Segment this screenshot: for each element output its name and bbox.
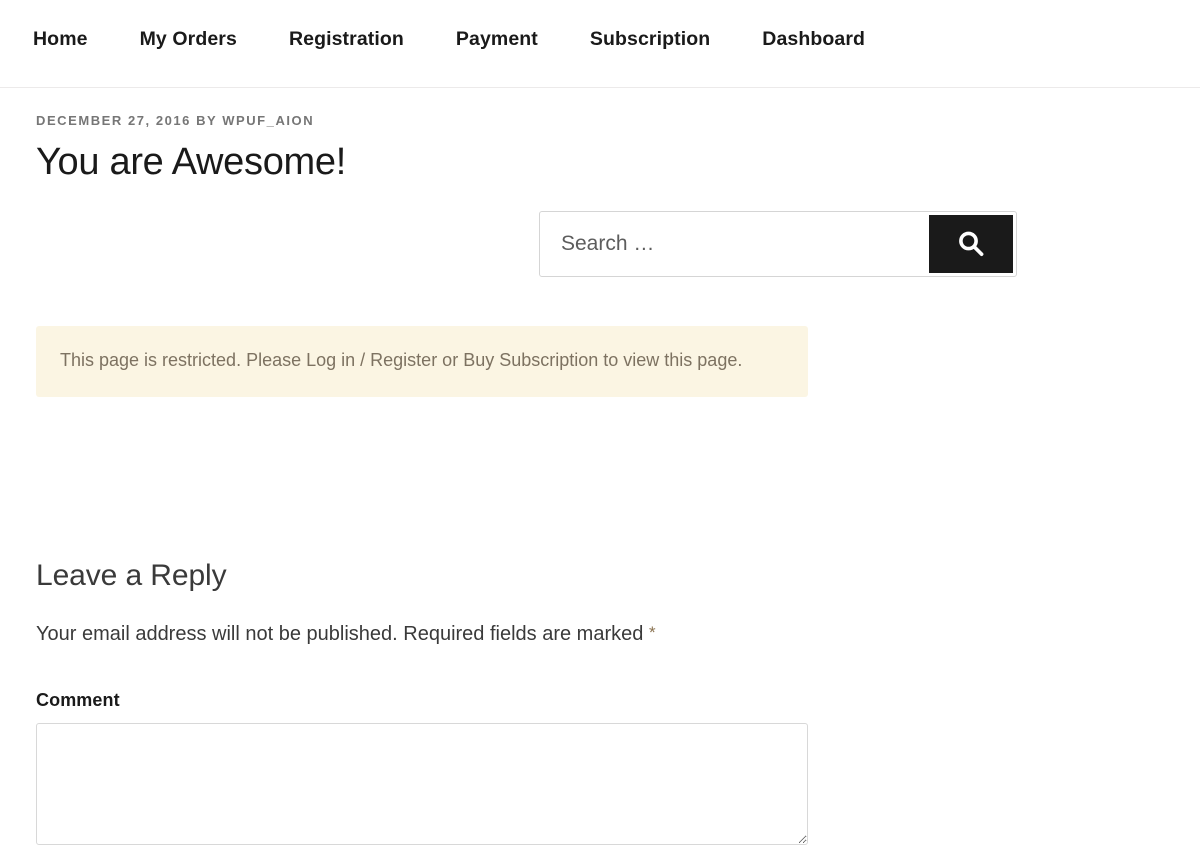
comment-field-group: Comment <box>36 690 808 845</box>
site-header: Home My Orders Registration Payment Subs… <box>0 0 1200 88</box>
nav-item-home[interactable]: Home <box>33 28 88 51</box>
comment-textarea[interactable] <box>36 723 808 845</box>
nav-item-registration[interactable]: Registration <box>289 28 404 51</box>
nav-item-subscription[interactable]: Subscription <box>590 28 710 51</box>
required-asterisk: * <box>648 623 656 642</box>
comment-notes: Your email address will not be published… <box>36 620 808 648</box>
entry-meta: DECEMBER 27, 2016 BY WPUF_AION <box>36 113 315 128</box>
comment-label: Comment <box>36 690 120 710</box>
restricted-notice: This page is restricted. Please Log in /… <box>36 326 808 398</box>
main-navigation: Home My Orders Registration Payment Subs… <box>33 28 865 51</box>
comment-respond: Leave a Reply Your email address will no… <box>36 558 808 845</box>
search-input[interactable] <box>543 215 929 273</box>
nav-item-my-orders[interactable]: My Orders <box>140 28 237 51</box>
nav-item-dashboard[interactable]: Dashboard <box>762 28 865 51</box>
leave-a-reply-heading: Leave a Reply <box>36 559 227 592</box>
search-icon <box>954 227 988 261</box>
search-form <box>539 211 1017 277</box>
page-title: You are Awesome! <box>36 141 346 184</box>
comment-notes-text: Your email address will not be published… <box>36 623 644 645</box>
entry-header: DECEMBER 27, 2016 BY WPUF_AION You are A… <box>36 112 506 187</box>
search-button[interactable] <box>929 215 1013 273</box>
nav-item-payment[interactable]: Payment <box>456 28 538 51</box>
